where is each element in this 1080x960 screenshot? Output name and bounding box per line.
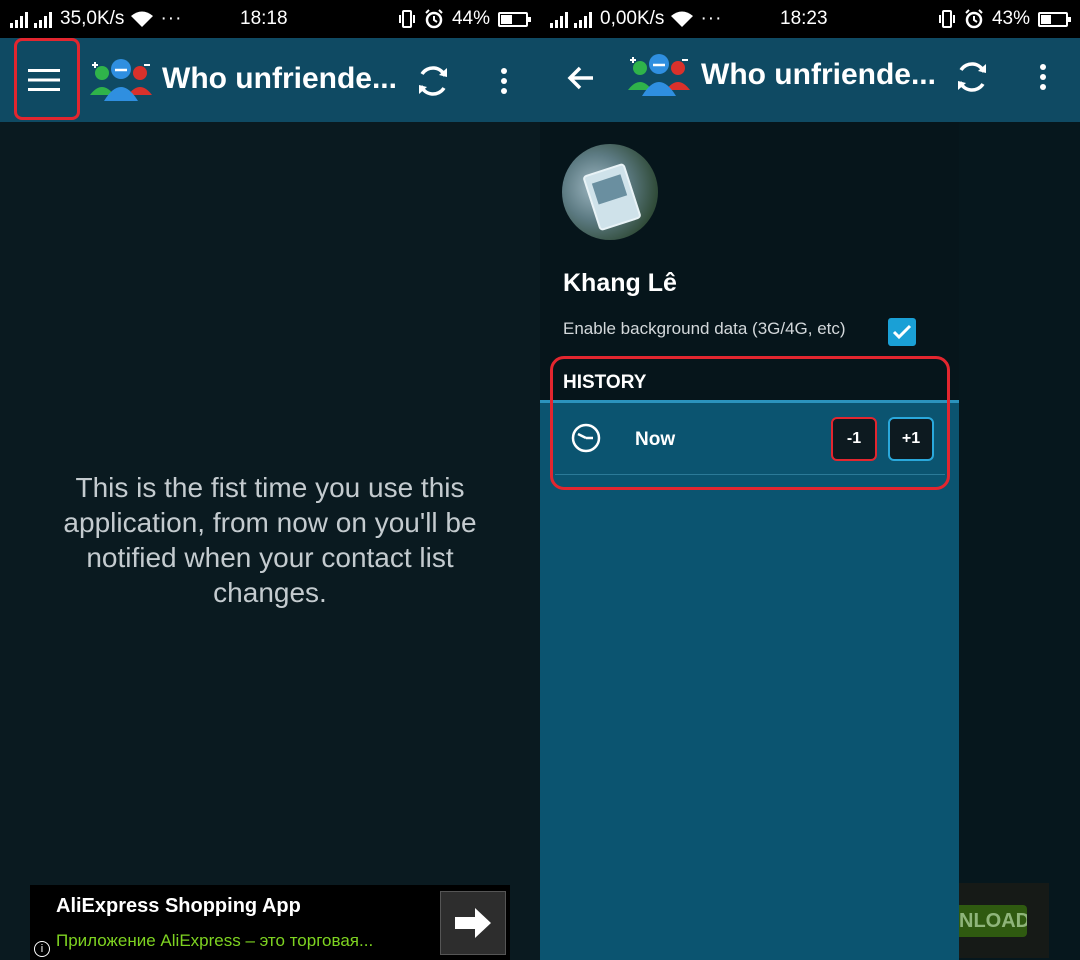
app-logo-icon [90,59,152,101]
history-item[interactable]: Now -1 +1 [555,407,945,473]
alarm-icon [425,9,443,29]
drawer-header: Khang Lê Enable background data (3G/4G, … [540,122,959,400]
background-data-label: Enable background data (3G/4G, etc) [563,319,846,338]
more-notifications-icon: ··· [700,8,723,29]
signal-icon [34,10,52,28]
battery-percent: 44% [451,8,490,29]
download-button-fragment: NLOAD [959,883,1049,958]
divider [555,474,945,475]
signal-icon [574,10,592,28]
more-vert-icon [501,68,507,94]
back-button[interactable] [556,56,606,100]
history-item-label: Now [635,429,676,450]
status-bar: 0,00K/s ··· 18:23 43% [540,0,1080,38]
more-notifications-icon: ··· [160,8,183,29]
ad-banner[interactable]: AliExpress Shopping App Приложение AliEx… [30,885,510,960]
overflow-menu-button[interactable] [1025,52,1061,102]
clock-time: 18:23 [780,8,828,29]
scrim-overlay[interactable] [959,122,1080,960]
new-friends-count-badge[interactable]: +1 [888,417,934,461]
download-label: NLOAD [959,905,1027,937]
hamburger-icon [28,69,60,91]
screen-main: 35,0K/s ··· 18:18 44% Who unfriende... T… [0,0,540,960]
signal-icon [550,10,568,28]
app-title: Who unfriende... [162,62,397,95]
refresh-icon [419,66,447,96]
arrow-back-icon [567,66,593,90]
app-title: Who unfriende... [701,58,936,91]
divider [540,400,959,403]
signal-icon [10,10,28,28]
ad-open-button[interactable] [440,891,506,955]
check-icon [892,324,912,340]
battery-icon [498,11,531,27]
ad-subtitle: Приложение AliExpress – это торговая... [56,931,374,950]
ad-title: AliExpress Shopping App [56,895,301,917]
network-speed: 35,0K/s [60,8,125,29]
app-logo-icon [628,54,690,96]
app-bar: Who unfriende... [0,38,540,122]
clock-time: 18:18 [240,8,288,29]
menu-button[interactable] [16,52,72,108]
refresh-button[interactable] [408,56,458,106]
wifi-icon [671,11,694,27]
user-name: Khang Lê [563,269,677,297]
ad-info-icon[interactable]: i [34,941,50,957]
avatar [562,144,658,240]
empty-state-message: This is the fist time you use this appli… [63,472,477,608]
refresh-button[interactable] [947,52,997,102]
app-bar: Who unfriende... [540,38,1080,122]
avatar-phone-image [582,162,642,232]
refresh-icon [958,62,986,92]
more-vert-icon [1040,64,1046,90]
vibrate-icon [398,10,415,28]
navigation-drawer: Khang Lê Enable background data (3G/4G, … [540,122,959,960]
unfriended-count-badge[interactable]: -1 [831,417,877,461]
network-speed: 0,00K/s [600,8,665,29]
history-section-title: HISTORY [563,372,647,393]
clock-icon [571,423,601,453]
arrow-right-icon [455,908,491,938]
alarm-icon [965,9,983,29]
background-data-checkbox[interactable] [888,318,916,346]
vibrate-icon [938,10,955,28]
screen-drawer-open: 0,00K/s ··· 18:23 43% Who unfriende... N… [540,0,1080,960]
battery-percent: 43% [991,8,1030,29]
wifi-icon [131,11,154,27]
battery-icon [1038,11,1071,27]
status-bar: 35,0K/s ··· 18:18 44% [0,0,540,38]
overflow-menu-button[interactable] [486,56,522,106]
